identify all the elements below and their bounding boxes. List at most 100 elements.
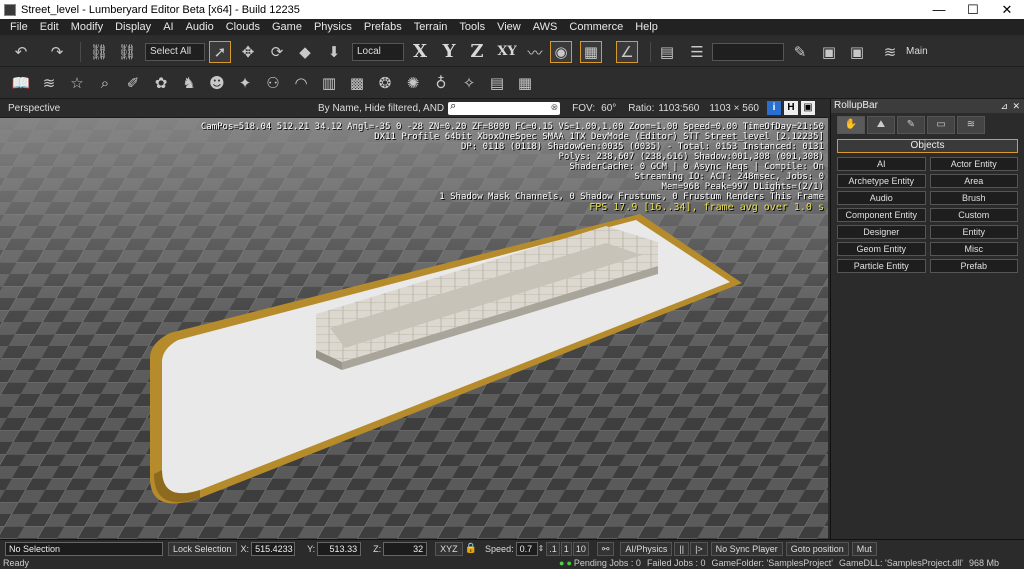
helpers-button[interactable]: H [783,101,798,115]
object-component-entity-button[interactable]: Component Entity [837,208,926,222]
step-button[interactable]: |> [690,541,708,556]
object-archetype-entity-button[interactable]: Archetype Entity [837,174,926,188]
audio-icon[interactable]: ◠ [290,72,312,94]
current-layer-label[interactable]: Main [906,46,928,57]
x-coordinate-input[interactable]: 515.4233 [251,541,296,556]
unlink-icon[interactable]: ⛓ [116,41,138,63]
lock-icon[interactable]: 🔒 [465,543,477,554]
favorites-icon[interactable]: ☆ [66,72,88,94]
close-button[interactable]: ✕ [990,2,1024,18]
viewport-name[interactable]: Perspective [8,103,308,114]
move-icon[interactable]: ✥ [237,41,259,63]
menu-modify[interactable]: Modify [65,21,109,33]
menu-display[interactable]: Display [109,21,157,33]
tab-modelling-icon[interactable]: ✎ [897,116,925,134]
object-particle-entity-button[interactable]: Particle Entity [837,259,926,273]
menu-audio[interactable]: Audio [180,21,220,33]
object-designer-button[interactable]: Designer [837,225,926,239]
goto-position-button[interactable]: Goto position [785,541,849,556]
snap-to-terrain-icon[interactable]: ⬇ [323,41,345,63]
select-objects-icon[interactable]: ▣ [846,41,868,63]
speed-ten-button[interactable]: 10 [572,541,589,556]
terrain-editor-icon[interactable]: ▥ [318,72,340,94]
console-icon[interactable]: ▤ [486,72,508,94]
menu-terrain[interactable]: Terrain [408,21,454,33]
asset-browser-icon[interactable]: 📖 [10,72,32,94]
coordinate-system-dropdown[interactable]: Local [352,43,404,61]
pause-button[interactable]: || [674,541,690,556]
layer-editor-icon[interactable]: ≋ [38,72,60,94]
light-bulb-icon[interactable]: ✧ [458,72,480,94]
flowgraph-icon[interactable]: ✿ [150,72,172,94]
terrain-collision-icon[interactable]: ⚯ [596,541,615,556]
tab-layers-icon[interactable]: ≋ [957,116,985,134]
ratio-value[interactable]: 1103:560 [658,103,699,114]
speed-spinner-icon[interactable]: ⇕ [538,544,545,553]
maximize-button[interactable]: ☐ [956,2,990,18]
menu-view[interactable]: View [491,21,527,33]
object-geom-entity-button[interactable]: Geom Entity [837,242,926,256]
mute-button[interactable]: Mut [851,541,877,556]
constrain-y-button[interactable]: Y [439,41,459,63]
sync-player-button[interactable]: No Sync Player [710,541,783,556]
clear-icon[interactable]: ⊗ [551,102,559,113]
link-icon[interactable]: ⛓ [88,41,110,63]
rollup-close-icon[interactable]: ✕ [1012,99,1020,113]
perspective-viewport[interactable]: CamPos=518.04 512.21 34.12 Angl=-35 0 -2… [0,118,828,539]
menu-tools[interactable]: Tools [453,21,491,33]
speed-point-one-button[interactable]: .1 [546,541,560,556]
info-button[interactable]: i [766,101,781,115]
menu-clouds[interactable]: Clouds [220,21,266,33]
menu-ai[interactable]: AI [157,21,179,33]
xyz-toggle[interactable]: XYZ [435,541,463,556]
select-all-dropdown[interactable]: Select All [145,43,205,61]
speed-input[interactable]: 0.7 [515,541,538,556]
object-misc-button[interactable]: Misc [929,242,1018,256]
texture-icon[interactable]: ▩ [346,72,368,94]
constrain-xy-button[interactable]: XY [495,41,519,63]
character-icon[interactable]: ☻ [206,72,228,94]
lighting-icon[interactable]: ✦ [234,72,256,94]
grid-snap-icon[interactable]: ▦ [580,41,602,63]
z-coordinate-input[interactable]: 32 [383,541,428,556]
tab-objects-icon[interactable]: ✋ [837,116,865,134]
objects-header[interactable]: Objects [837,139,1018,153]
environment-icon[interactable]: ♁ [430,72,452,94]
object-area-button[interactable]: Area [929,174,1018,188]
angle-snap-icon[interactable]: ∠ [616,41,638,63]
object-ai-button[interactable]: AI [837,157,926,171]
tab-terrain-icon[interactable]: ⛰ [867,116,895,134]
snap-eye-icon[interactable]: ◉ [550,41,572,63]
follow-terrain-icon[interactable]: 〰 [524,41,546,63]
rotate-icon[interactable]: ⟳ [266,41,288,63]
object-brush-button[interactable]: Brush [929,191,1018,205]
search-icon[interactable]: ⌕ [94,72,116,94]
constrain-x-button[interactable]: X [410,41,430,63]
list-icon[interactable]: ☰ [686,41,708,63]
select-tool-icon[interactable]: ➚ [209,41,231,63]
viewport-search-input[interactable]: ⌕ ⊗ [448,100,561,115]
menu-help[interactable]: Help [629,21,664,33]
selection-set-dropdown[interactable] [712,43,784,61]
y-coordinate-input[interactable]: 513.33 [317,541,362,556]
particle-icon[interactable]: ✺ [402,72,424,94]
object-actor-entity-button[interactable]: Actor Entity [929,157,1018,171]
resolution-value[interactable]: 1103 × 560 [709,103,759,114]
object-audio-button[interactable]: Audio [837,191,926,205]
redo-icon[interactable]: ↷ [46,41,68,63]
menu-aws[interactable]: AWS [527,21,564,33]
maximize-viewport-icon[interactable]: ▣ [800,101,815,115]
ui-editor-icon[interactable]: ⚇ [262,72,284,94]
fov-value[interactable]: 60° [601,103,616,114]
speed-one-button[interactable]: 1 [560,541,572,556]
menu-physics[interactable]: Physics [308,21,358,33]
mannequin-icon[interactable]: ♞ [178,72,200,94]
menu-prefabs[interactable]: Prefabs [358,21,408,33]
undo-icon[interactable]: ↶ [10,41,32,63]
delete-selection-icon[interactable]: ✎ [789,41,811,63]
terrain-icon[interactable]: ▤ [656,41,678,63]
object-custom-button[interactable]: Custom [929,208,1018,222]
menu-commerce[interactable]: Commerce [563,21,629,33]
menu-file[interactable]: File [4,21,34,33]
menu-game[interactable]: Game [266,21,308,33]
